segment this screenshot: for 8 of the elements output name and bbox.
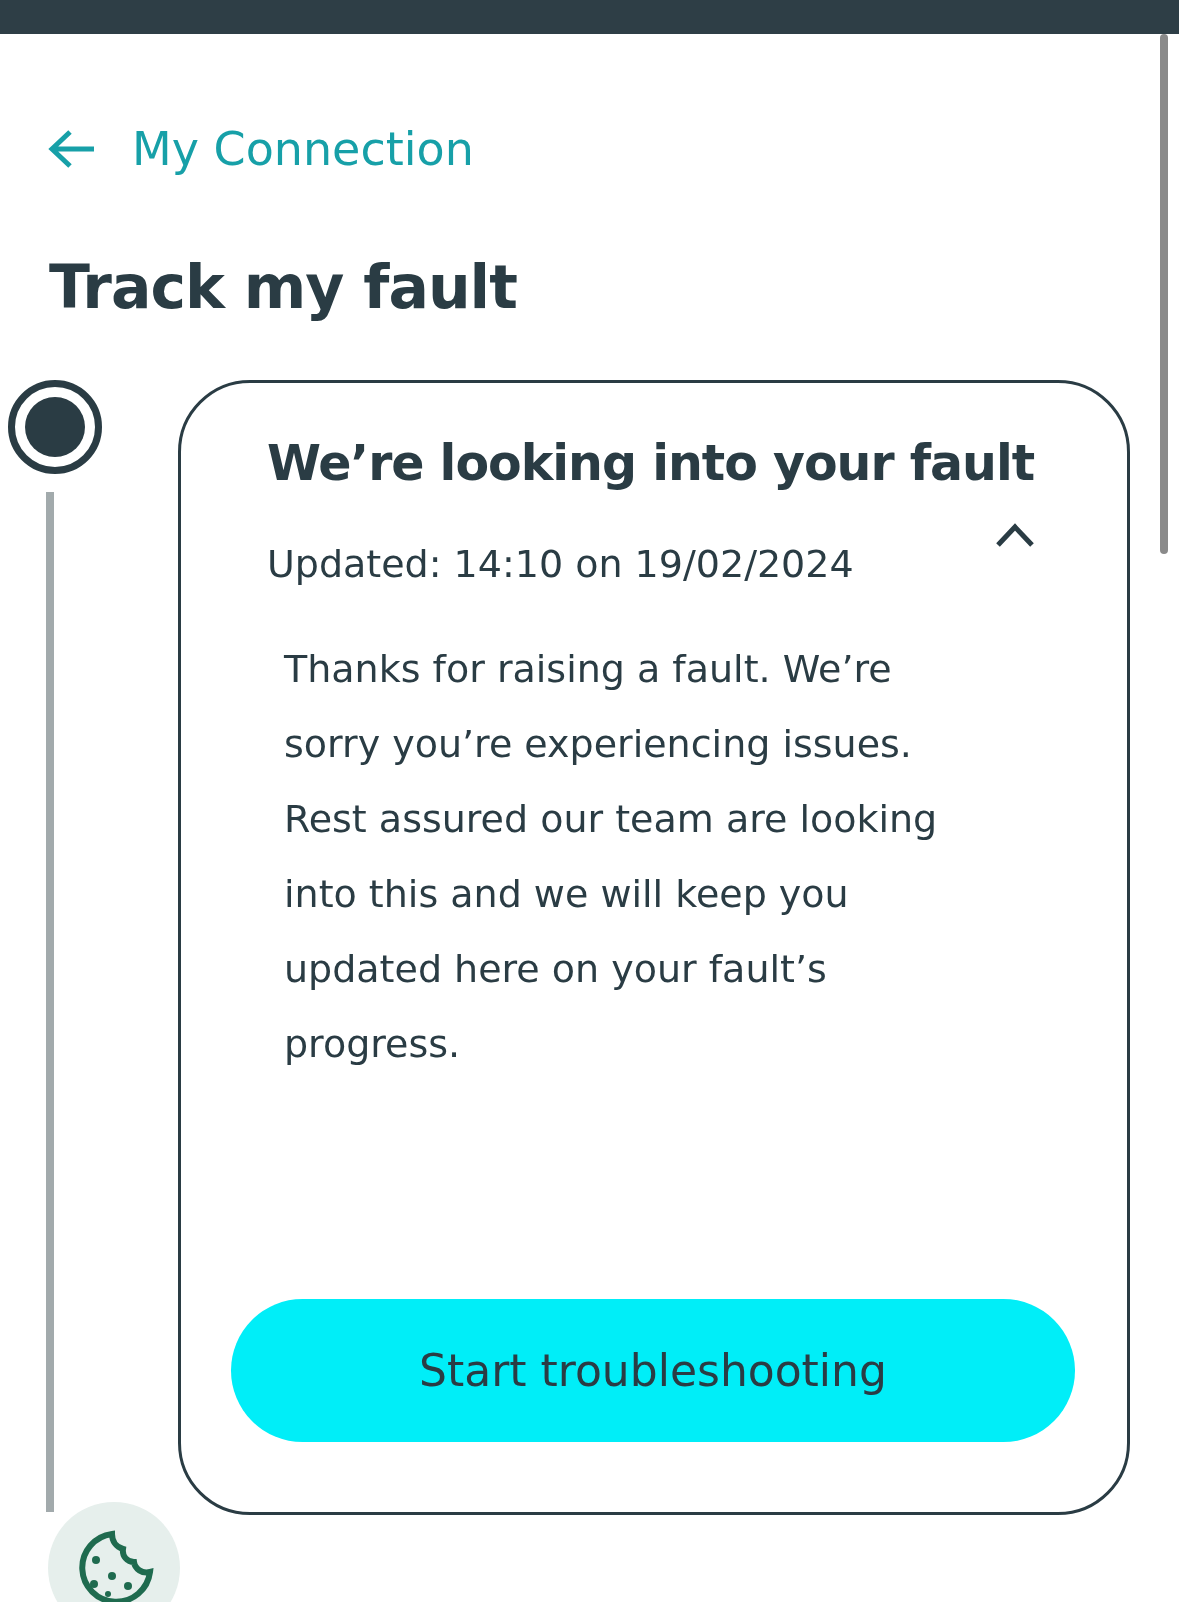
status-title: We’re looking into your fault <box>267 435 1035 492</box>
collapse-toggle[interactable] <box>995 522 1035 548</box>
chevron-icon <box>995 522 1035 548</box>
page-title: Track my fault <box>49 252 518 322</box>
status-description: Thanks for raising a fault. We’re sorry you’re experiencing issues. Rest assured our team are looking into this and we will keep you updated here on your fault’s progress. <box>284 646 939 1068</box>
start-troubleshooting-button[interactable]: Start troubleshooting <box>231 1299 1075 1442</box>
back-arrow-icon <box>48 129 96 169</box>
updated-time: Updated: 14:10 on 19/02/2024 <box>267 542 854 586</box>
